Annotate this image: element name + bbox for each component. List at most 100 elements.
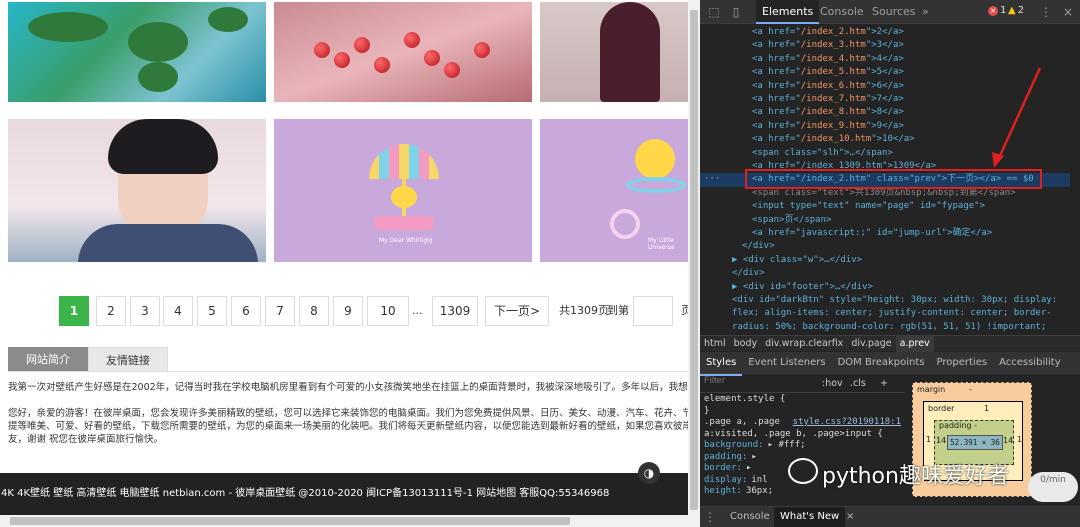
dom-node-page-link[interactable]: <a href="/index_9.htm">9</a> — [700, 120, 1070, 133]
devtools-drawer: ⋮ Console What's New × — [700, 506, 1080, 527]
dom-node-div-w-part: ▶ <div class="w">…</div> — [732, 254, 863, 265]
styles-tab[interactable]: Accessibility — [993, 352, 1067, 374]
style-rule-line[interactable]: background: ▸ #fff; — [700, 440, 905, 452]
dom-node-page-link[interactable]: <a href="/index_8.htm">8</a> — [700, 106, 1070, 119]
dom-node-page-link-part: ">3</a> — [865, 40, 904, 51]
dom-node-page-link-part: /index_5.htm — [800, 67, 866, 78]
dom-node-close-div[interactable]: </div> — [700, 267, 1070, 280]
page-10-button[interactable]: 10 — [367, 296, 409, 326]
dom-node-darkbtn-cont[interactable]: radius: 50%; background-color: rgb(51, 5… — [700, 321, 1070, 334]
thumb-caption: My Dear Whirligig — [379, 237, 433, 244]
dom-node-page-link-part: <a href=" — [752, 67, 801, 78]
dom-node-jump-link[interactable]: <a href="javascript:;" id="jump-url">确定<… — [700, 227, 1070, 240]
breadcrumb-item[interactable]: html — [700, 336, 730, 352]
breadcrumb-item[interactable]: a.prev — [895, 336, 934, 352]
style-rule-line[interactable]: element.style { — [700, 394, 905, 406]
page-7-button[interactable]: 7 — [265, 296, 295, 326]
wallpaper-thumb-little-universe[interactable]: My Little Universe — [540, 119, 688, 262]
hov-toggle[interactable]: :hov — [822, 375, 843, 393]
tab-elements[interactable]: Elements — [756, 0, 820, 24]
page-number-input[interactable] — [633, 296, 673, 326]
settings-icon[interactable]: ⋮ — [1038, 4, 1054, 20]
styles-tabs: Styles Event Listeners DOM Breakpoints Prop… — [700, 352, 1080, 376]
page-3-button[interactable]: 3 — [130, 296, 160, 326]
page-4-button[interactable]: 4 — [163, 296, 193, 326]
wallpaper-thumb-portrait[interactable] — [8, 119, 266, 262]
page-5-button[interactable]: 5 — [197, 296, 227, 326]
page-2-button[interactable]: 2 — [96, 296, 126, 326]
dom-node-jump-link-part: <a href="javascript:;" id="jump-url">确定<… — [752, 228, 993, 238]
tab-console[interactable]: Console — [814, 0, 870, 24]
dom-node-page-link[interactable]: <a href="/index_7.htm">7</a> — [700, 93, 1070, 106]
styles-tab[interactable]: Properties — [931, 352, 994, 374]
dom-node-page-link[interactable]: <a href="/index_5.htm">5</a> — [700, 66, 1070, 79]
dom-node-darkbtn-cont[interactable]: flex; align-items: center; justify-conte… — [700, 307, 1070, 320]
warning-count[interactable]: ▲ 2 — [1008, 5, 1024, 16]
wallpaper-thumb-red-berries[interactable] — [274, 2, 532, 102]
dom-node-page-input[interactable]: <input type="text" name="page" id="fypag… — [700, 200, 1070, 213]
dom-node-page-link-part: <a href=" — [752, 134, 801, 145]
style-rule-line[interactable]: a:visited, .page b, .page>input { — [700, 429, 905, 441]
horizontal-scrollbar[interactable] — [0, 515, 700, 527]
wallpaper-thumb-islands[interactable] — [8, 2, 266, 102]
half-moon-icon[interactable]: ◑ — [638, 462, 660, 484]
wallpaper-thumb-carousel[interactable]: My Dear Whirligig — [274, 119, 532, 262]
wallpaper-thumb-costume-figure[interactable] — [540, 2, 688, 102]
add-rule-icon[interactable]: + — [880, 375, 888, 393]
dom-node-more-icon[interactable]: ··· — [704, 173, 720, 186]
close-icon[interactable]: × — [1060, 4, 1076, 20]
page-1-button[interactable]: 1 — [59, 296, 89, 326]
dom-node-page-link[interactable]: <a href="/index_6.htm">6</a> — [700, 80, 1070, 93]
dom-node-page-link-part: ">10</a> — [871, 134, 915, 145]
page-suffix-label: 页 — [681, 304, 688, 317]
filter-input[interactable] — [704, 375, 814, 386]
error-count[interactable]: × 1 — [988, 5, 1006, 16]
dom-node-page-link[interactable]: <a href="/index_4.htm">4</a> — [700, 53, 1070, 66]
style-rule-line[interactable]: .page a, .page style.css?20190118:1 — [700, 417, 905, 429]
dom-node-div-w[interactable]: ▶ <div class="w">…</div> — [700, 254, 1070, 267]
page-8-button[interactable]: 8 — [299, 296, 329, 326]
tab-friend-links[interactable]: 友情链接 — [88, 347, 168, 372]
breadcrumb-item[interactable]: body — [730, 336, 762, 352]
dom-node-close-div[interactable]: </div> — [700, 240, 1070, 253]
dom-node-page-link[interactable]: <a href="/index_10.htm">10</a> — [700, 133, 1070, 146]
tab-sources[interactable]: Sources — [866, 0, 922, 24]
dom-node-span[interactable]: <span>页</span> — [700, 214, 1070, 227]
drawer-tab-whats-new[interactable]: What's New — [774, 507, 846, 527]
tab-site-intro[interactable]: 网站简介 — [8, 347, 88, 372]
dom-node-page-link-part: ">8</a> — [865, 107, 904, 118]
dom-node-footer[interactable]: ▶ <div id="footer">…</div> — [700, 281, 1070, 294]
dom-node-darkbtn-part: <div id="darkBtn" style="height: 30px; w… — [732, 295, 1058, 305]
dom-node-page-link-part: /index_7.htm — [800, 94, 866, 104]
more-tabs-icon[interactable]: » — [916, 0, 935, 24]
cls-toggle[interactable]: .cls — [850, 375, 866, 393]
watermark-text: python趣味爱好者 — [822, 464, 1009, 489]
styles-tab[interactable]: Event Listeners — [742, 352, 831, 374]
inspect-icon[interactable]: ⬚ — [706, 4, 722, 20]
dom-node-page-link-part: <a href=" — [752, 94, 801, 104]
vertical-scrollbar[interactable] — [688, 0, 700, 515]
menu-icon[interactable]: ⋮ — [702, 509, 718, 525]
thumb-caption: My Little Universe — [648, 237, 675, 251]
dom-node-page-link-part: ">6</a> — [865, 80, 904, 91]
dom-node-ellipsis[interactable]: <span class="slh">…</span> — [700, 147, 1070, 160]
pagination-ellipsis: ... — [412, 304, 423, 317]
dom-node-page-link[interactable]: <a href="/index_3.htm">3</a> — [700, 39, 1070, 52]
drawer-close-icon[interactable]: × — [840, 507, 860, 527]
dom-node-darkbtn[interactable]: <div id="darkBtn" style="height: 30px; w… — [700, 294, 1070, 307]
speed-indicator: 0/min — [1028, 472, 1078, 502]
dom-node-page-link[interactable]: <a href="/index_2.htm">2</a> — [700, 26, 1070, 39]
device-toggle-icon[interactable]: ▯ — [728, 4, 744, 20]
page-6-button[interactable]: 6 — [231, 296, 261, 326]
breadcrumb-item[interactable]: div.wrap.clearfix — [761, 336, 847, 352]
drawer-tab-console[interactable]: Console — [724, 507, 776, 527]
next-page-button[interactable]: 下一页> — [485, 296, 549, 326]
page-last-button[interactable]: 1309 — [432, 296, 478, 326]
styles-tab[interactable]: Styles — [700, 352, 743, 376]
style-rule-line[interactable]: } — [700, 406, 905, 418]
breadcrumb-item[interactable]: div.page — [847, 336, 895, 352]
style-key: .page a, .page — [704, 417, 780, 427]
page-9-button[interactable]: 9 — [333, 296, 363, 326]
site-intro-text: 我第一次对壁纸产生好感是在2002年，记得当时我在学校电脑机房里看到有个可爱的小… — [8, 381, 688, 446]
styles-tab[interactable]: DOM Breakpoints — [832, 352, 931, 374]
